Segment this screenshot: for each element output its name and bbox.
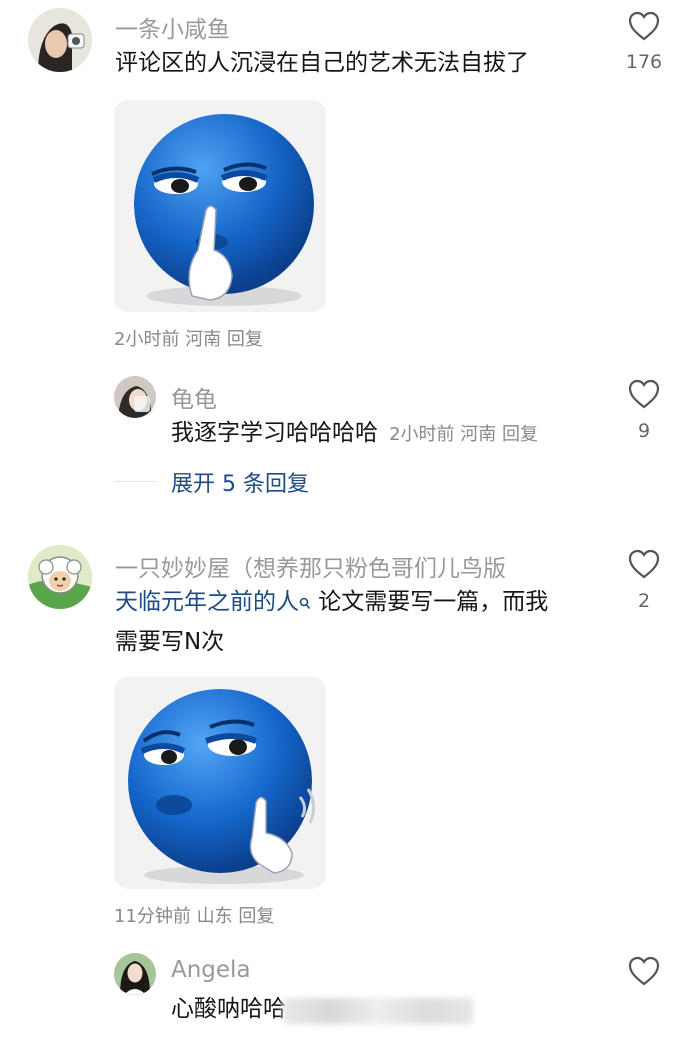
avatar[interactable]	[114, 376, 156, 418]
reply-text: 我逐字学习哈哈哈哈	[171, 420, 378, 446]
blue-face-thinking-sticker-icon	[114, 677, 326, 889]
like-count: 9	[637, 420, 651, 442]
woman-avatar-icon	[114, 953, 156, 995]
reply-username[interactable]: Angela	[171, 957, 251, 983]
heart-icon	[628, 379, 660, 409]
comment-meta[interactable]: 11分钟前 山东 回复	[114, 902, 274, 928]
comment-text-part: 论文需要写一篇，而我	[311, 589, 549, 615]
avatar[interactable]	[114, 953, 156, 995]
avatar[interactable]	[28, 545, 92, 609]
comment-username[interactable]: 一只妙妙屋（想养那只粉色哥们儿鸟版	[115, 549, 605, 583]
sticker-image[interactable]	[114, 100, 326, 312]
comment-text: 天临元年之前的人 论文需要写一篇，而我 需要写N次	[115, 583, 605, 661]
like-button[interactable]	[627, 378, 661, 414]
sticker-image[interactable]	[114, 677, 326, 889]
comment-text: 评论区的人沉浸在自己的艺术无法自拔了	[115, 50, 529, 76]
person-avatar-icon	[114, 376, 156, 418]
heart-icon	[628, 549, 660, 579]
blue-face-shush-sticker-icon	[114, 100, 326, 312]
reply-meta[interactable]: 2小时前 河南 回复	[389, 424, 538, 445]
divider	[114, 481, 156, 482]
comment-username[interactable]: 一条小咸鱼	[115, 10, 230, 44]
reply-content: 我逐字学习哈哈哈哈 2小时前 河南 回复	[171, 414, 538, 452]
cartoon-sheep-avatar-icon	[28, 545, 92, 609]
like-button[interactable]	[627, 955, 661, 991]
expand-replies-button[interactable]: 展开 5 条回复	[171, 466, 309, 498]
woman-with-camera-avatar-icon	[28, 8, 92, 72]
blurred-overlay	[283, 998, 473, 1024]
topic-link[interactable]: 天临元年之前的人	[115, 589, 299, 615]
comment-text-part: 需要写N次	[115, 629, 225, 655]
avatar[interactable]	[28, 8, 92, 72]
search-icon[interactable]	[299, 585, 311, 623]
heart-icon	[628, 956, 660, 986]
like-count: 2	[637, 590, 651, 612]
like-button[interactable]	[627, 10, 661, 46]
comment-meta[interactable]: 2小时前 河南 回复	[114, 325, 263, 351]
like-count: 176	[625, 51, 663, 73]
reply-text: 心酸呐哈哈	[171, 996, 286, 1022]
reply-username[interactable]: 龟龟	[171, 380, 217, 414]
heart-icon	[628, 11, 660, 41]
like-button[interactable]	[627, 548, 661, 584]
